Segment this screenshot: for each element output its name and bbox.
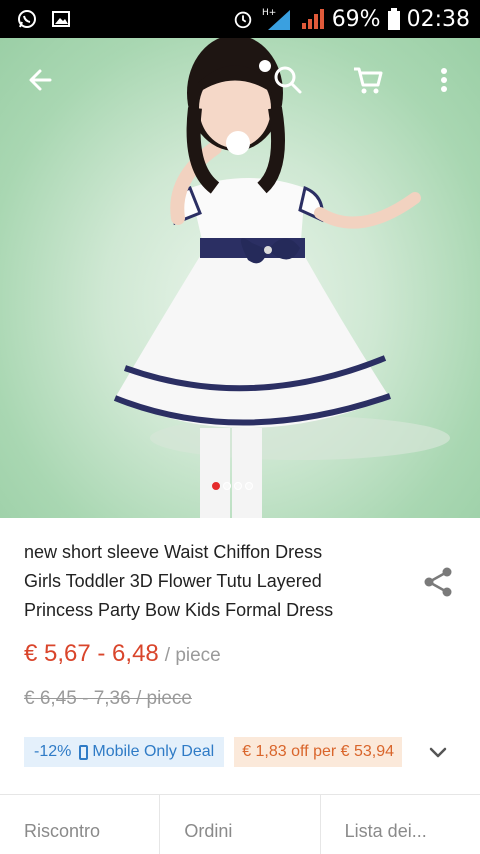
detail-tabs: Riscontro Ordini Lista dei...	[0, 795, 480, 854]
current-price: € 5,67 - 6,48	[24, 640, 159, 667]
gallery-pager	[212, 482, 253, 490]
coupon-badge[interactable]: € 1,83 off per € 53,94	[234, 737, 403, 767]
pager-dot[interactable]	[234, 482, 242, 490]
tab-lista-dei[interactable]: Lista dei...	[319, 795, 480, 854]
clock: 02:38	[406, 6, 470, 32]
battery-icon	[387, 8, 401, 30]
gallery-icon	[50, 8, 72, 30]
product-title: new short sleeve Waist Chiffon Dress Gir…	[24, 538, 394, 625]
app-bar	[0, 38, 480, 122]
tab-ordini[interactable]: Ordini	[159, 795, 319, 854]
cart-icon[interactable]	[348, 60, 388, 100]
svg-text:H+: H+	[262, 8, 276, 18]
price-unit: / piece	[164, 645, 221, 666]
deal-badges: -12% Mobile Only Deal € 1,83 off per € 5…	[24, 737, 403, 767]
mobile-deal-label: Mobile Only Deal	[92, 743, 215, 760]
whatsapp-icon	[16, 8, 38, 30]
coupon-label: € 1,83 off per € 53,94	[242, 743, 395, 760]
mobile-deal-badge[interactable]: -12% Mobile Only Deal	[24, 737, 225, 767]
alarm-icon	[232, 8, 254, 30]
pager-dot[interactable]	[223, 482, 231, 490]
pager-dot-active[interactable]	[212, 482, 220, 490]
battery-percent: 69%	[331, 6, 381, 32]
status-bar: H+ 69% 02:38	[0, 0, 480, 38]
search-icon[interactable]	[268, 60, 308, 100]
price-range: € 5,67 - 6,48/ piece	[24, 640, 221, 668]
product-title-line: Girls Toddler 3D Flower Tutu Layered	[24, 571, 322, 591]
share-icon[interactable]	[420, 564, 456, 600]
back-arrow-icon[interactable]	[20, 60, 60, 100]
product-info: new short sleeve Waist Chiffon Dress Gir…	[0, 518, 480, 854]
original-price: € 6,45 - 7,36 / piece	[24, 688, 192, 709]
product-title-line: new short sleeve Waist Chiffon Dress	[24, 542, 323, 562]
discount-percent: -12%	[34, 743, 72, 760]
tab-riscontro[interactable]: Riscontro	[0, 795, 159, 854]
more-vert-icon[interactable]	[424, 60, 464, 100]
product-title-line: Princess Party Bow Kids Formal Dress	[24, 600, 334, 620]
pager-dot[interactable]	[245, 482, 253, 490]
chevron-down-icon[interactable]	[426, 740, 450, 764]
signal-h-icon: H+	[260, 8, 294, 30]
mobile-phone-icon	[79, 744, 89, 760]
signal-icon	[300, 8, 326, 30]
